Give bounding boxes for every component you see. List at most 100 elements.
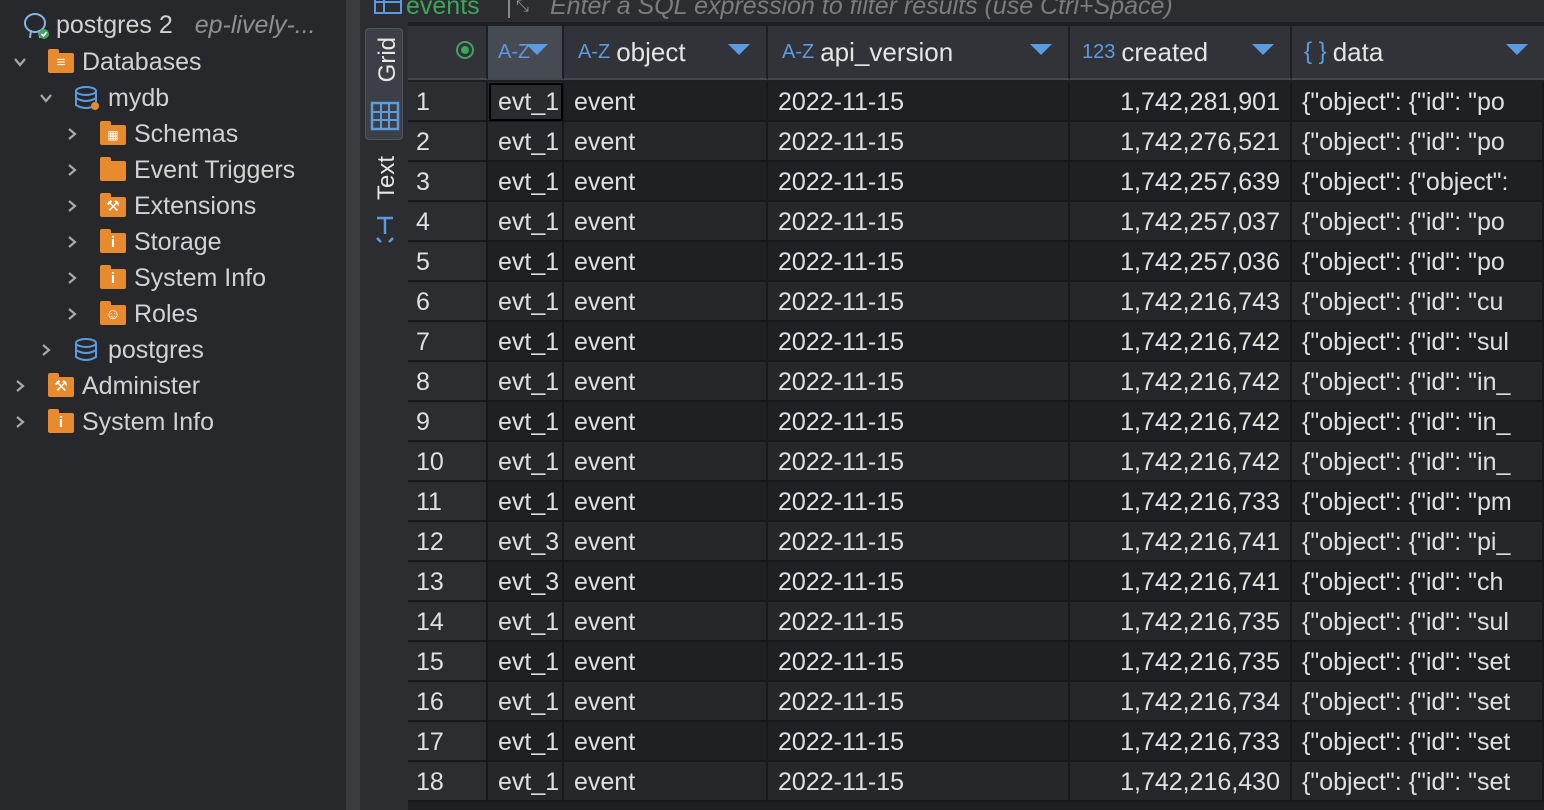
sort-arrow-icon[interactable]: [1030, 44, 1052, 55]
cell-object[interactable]: event: [564, 642, 768, 682]
table-row[interactable]: 3 evt_1 event 2022-11-15 1,742,257,639 {"obje…: [408, 162, 1544, 202]
cell-created[interactable]: 1,742,257,639: [1070, 162, 1292, 202]
cell-id[interactable]: evt_1: [488, 282, 564, 322]
chevron-right-icon[interactable]: [62, 124, 82, 144]
cell-id[interactable]: evt_1: [488, 402, 564, 442]
row-number[interactable]: 11: [408, 482, 488, 522]
cell-data[interactable]: {"object": {"id": "set: [1292, 642, 1544, 682]
cell-data[interactable]: {"object": {"id": "po: [1292, 242, 1544, 282]
row-number[interactable]: 10: [408, 442, 488, 482]
cell-object[interactable]: event: [564, 562, 768, 602]
cell-api-version[interactable]: 2022-11-15: [768, 162, 1070, 202]
filter-input[interactable]: Enter a SQL expression to filter results…: [550, 0, 1173, 21]
cell-object[interactable]: event: [564, 402, 768, 442]
row-number[interactable]: 13: [408, 562, 488, 602]
chevron-right-icon[interactable]: [10, 376, 30, 396]
cell-data[interactable]: {"object": {"id": "po: [1292, 202, 1544, 242]
cell-object[interactable]: event: [564, 122, 768, 162]
row-number[interactable]: 6: [408, 282, 488, 322]
cell-api-version[interactable]: 2022-11-15: [768, 242, 1070, 282]
row-number-header[interactable]: [408, 26, 488, 80]
cell-object[interactable]: event: [564, 482, 768, 522]
editor-tab-name[interactable]: events: [406, 0, 480, 21]
tree-item-system-info[interactable]: i System Info: [62, 260, 266, 296]
cell-data[interactable]: {"object": {"id": "in_: [1292, 442, 1544, 482]
sort-arrow-icon[interactable]: [728, 44, 750, 55]
table-row[interactable]: 10 evt_1 event 2022-11-15 1,742,216,742 {"obj…: [408, 442, 1544, 482]
cell-data[interactable]: {"object": {"id": "pm: [1292, 482, 1544, 522]
cell-id[interactable]: evt_3: [488, 522, 564, 562]
cell-id[interactable]: evt_3: [488, 562, 564, 602]
tree-item-extensions[interactable]: ⚒ Extensions: [62, 188, 256, 224]
table-row[interactable]: 9 evt_1 event 2022-11-15 1,742,216,742 {"obje…: [408, 402, 1544, 442]
cell-object[interactable]: event: [564, 162, 768, 202]
table-row[interactable]: 4 evt_1 event 2022-11-15 1,742,257,037 {"obje…: [408, 202, 1544, 242]
table-row[interactable]: 1 evt_1 event 2022-11-15 1,742,281,901 {"obje…: [408, 82, 1544, 122]
cell-id[interactable]: evt_1: [488, 442, 564, 482]
chevron-right-icon[interactable]: [36, 340, 56, 360]
cell-data[interactable]: {"object": {"id": "cu: [1292, 282, 1544, 322]
row-number[interactable]: 8: [408, 362, 488, 402]
row-number[interactable]: 2: [408, 122, 488, 162]
sort-arrow-icon[interactable]: [1252, 44, 1274, 55]
chevron-right-icon[interactable]: [62, 196, 82, 216]
table-row[interactable]: 8 evt_1 event 2022-11-15 1,742,216,742 {"obje…: [408, 362, 1544, 402]
cell-data[interactable]: {"object": {"id": "set: [1292, 722, 1544, 762]
column-header-data[interactable]: { } data: [1292, 26, 1544, 80]
cell-data[interactable]: {"object": {"id": "pi_: [1292, 522, 1544, 562]
cell-id[interactable]: evt_1: [488, 482, 564, 522]
cell-created[interactable]: 1,742,257,036: [1070, 242, 1292, 282]
cell-data[interactable]: {"object": {"id": "sul: [1292, 322, 1544, 362]
cell-api-version[interactable]: 2022-11-15: [768, 722, 1070, 762]
cell-data[interactable]: {"object": {"id": "in_: [1292, 402, 1544, 442]
sort-arrow-icon[interactable]: [526, 44, 548, 55]
table-row[interactable]: 2 evt_1 event 2022-11-15 1,742,276,521 {"obje…: [408, 122, 1544, 162]
table-row[interactable]: 17 evt_1 event 2022-11-15 1,742,216,733 {"obj…: [408, 722, 1544, 762]
cell-data[interactable]: {"object": {"id": "set: [1292, 762, 1544, 802]
cell-data[interactable]: {"object": {"id": "in_: [1292, 362, 1544, 402]
table-row[interactable]: 14 evt_1 event 2022-11-15 1,742,216,735 {"obj…: [408, 602, 1544, 642]
cell-created[interactable]: 1,742,216,742: [1070, 322, 1292, 362]
cell-api-version[interactable]: 2022-11-15: [768, 202, 1070, 242]
tree-db-postgres[interactable]: postgres: [36, 332, 204, 368]
cell-object[interactable]: event: [564, 602, 768, 642]
tree-item-system-info-conn[interactable]: i System Info: [10, 404, 214, 440]
chevron-down-icon[interactable]: [10, 52, 30, 72]
cell-id[interactable]: evt_1: [488, 602, 564, 642]
column-header-id[interactable]: A-Z: [488, 26, 564, 80]
row-number[interactable]: 12: [408, 522, 488, 562]
table-row[interactable]: 18 evt_1 event 2022-11-15 1,742,216,430 {"obj…: [408, 762, 1544, 802]
cell-created[interactable]: 1,742,216,735: [1070, 602, 1292, 642]
cell-created[interactable]: 1,742,216,430: [1070, 762, 1292, 802]
cell-id[interactable]: evt_1: [488, 162, 564, 202]
cell-api-version[interactable]: 2022-11-15: [768, 402, 1070, 442]
cell-object[interactable]: event: [564, 202, 768, 242]
grid-mode-button[interactable]: Grid: [365, 28, 403, 140]
column-header-object[interactable]: A-Z object: [564, 26, 768, 80]
cell-api-version[interactable]: 2022-11-15: [768, 522, 1070, 562]
cell-data[interactable]: {"object": {"id": "po: [1292, 122, 1544, 162]
cell-api-version[interactable]: 2022-11-15: [768, 362, 1070, 402]
cell-object[interactable]: event: [564, 522, 768, 562]
tree-item-roles[interactable]: ☺ Roles: [62, 296, 198, 332]
row-number[interactable]: 9: [408, 402, 488, 442]
cell-api-version[interactable]: 2022-11-15: [768, 122, 1070, 162]
cell-created[interactable]: 1,742,216,733: [1070, 482, 1292, 522]
text-mode-button[interactable]: Text: [365, 152, 403, 252]
cell-created[interactable]: 1,742,281,901: [1070, 82, 1292, 122]
cell-id[interactable]: evt_1: [488, 82, 564, 122]
cell-api-version[interactable]: 2022-11-15: [768, 442, 1070, 482]
cell-id[interactable]: evt_1: [488, 362, 564, 402]
cell-api-version[interactable]: 2022-11-15: [768, 82, 1070, 122]
cell-data[interactable]: {"object": {"id": "sul: [1292, 602, 1544, 642]
tree-connection-postgres-2[interactable]: postgres 2 ep-lively-...: [0, 7, 316, 43]
cell-created[interactable]: 1,742,216,734: [1070, 682, 1292, 722]
row-number[interactable]: 1: [408, 82, 488, 122]
tree-databases[interactable]: ≡ Databases: [10, 44, 202, 80]
cell-created[interactable]: 1,742,257,037: [1070, 202, 1292, 242]
tree-item-schemas[interactable]: ▦ Schemas: [62, 116, 238, 152]
cell-id[interactable]: evt_1: [488, 202, 564, 242]
cell-api-version[interactable]: 2022-11-15: [768, 762, 1070, 802]
cell-id[interactable]: evt_1: [488, 122, 564, 162]
table-row[interactable]: 15 evt_1 event 2022-11-15 1,742,216,735 {"obj…: [408, 642, 1544, 682]
